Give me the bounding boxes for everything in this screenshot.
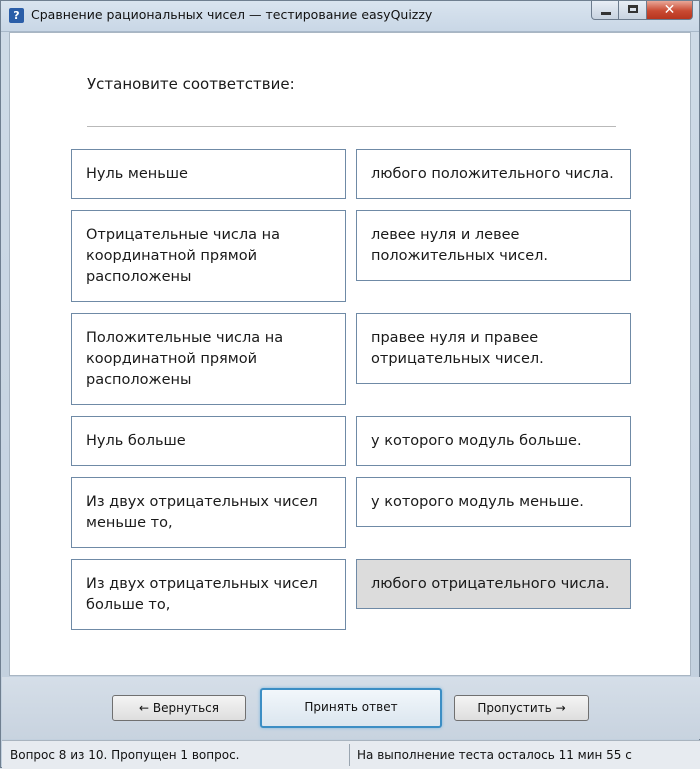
status-separator	[349, 744, 350, 766]
left-item[interactable]: Положительные числа на координатной прям…	[71, 313, 346, 405]
right-item[interactable]: правее нуля и правее отрицательных чисел…	[356, 313, 631, 384]
progress-status: Вопрос 8 из 10. Пропущен 1 вопрос.	[10, 748, 240, 762]
left-item[interactable]: Нуль меньше	[71, 149, 346, 199]
status-bar: Вопрос 8 из 10. Пропущен 1 вопрос. На вы…	[2, 740, 700, 769]
maximize-icon	[628, 5, 638, 13]
window-controls: ✕	[591, 1, 693, 21]
accept-answer-button[interactable]: Принять ответ	[260, 688, 442, 728]
button-bar: ← Вернуться Принять ответ Пропустить →	[2, 677, 700, 739]
left-item[interactable]: Отрицательные числа на координатной прям…	[71, 210, 346, 302]
left-item[interactable]: Нуль больше	[71, 416, 346, 466]
left-item[interactable]: Из двух отрицательных чисел больше то,	[71, 559, 346, 630]
time-remaining: На выполнение теста осталось 11 мин 55 с	[357, 748, 632, 762]
maximize-button[interactable]	[619, 1, 647, 20]
right-item[interactable]: у которого модуль больше.	[356, 416, 631, 466]
quiz-content: Установите соответствие: Нуль меньше Отр…	[9, 32, 691, 676]
back-button[interactable]: ← Вернуться	[112, 695, 246, 721]
right-item[interactable]: любого положительного числа.	[356, 149, 631, 199]
title-bar[interactable]: ? Сравнение рациональных чисел — тестиро…	[1, 1, 699, 32]
question-mark-icon[interactable]: ?	[9, 8, 24, 23]
close-icon: ✕	[663, 2, 676, 18]
skip-button[interactable]: Пропустить →	[454, 695, 589, 721]
right-item[interactable]: у которого модуль меньше.	[356, 477, 631, 527]
minimize-icon	[601, 12, 611, 15]
left-item[interactable]: Из двух отрицательных чисел меньше то,	[71, 477, 346, 548]
right-item-selected[interactable]: любого отрицательного числа.	[356, 559, 631, 609]
app-window: ? Сравнение рациональных чисел — тестиро…	[0, 0, 700, 769]
close-button[interactable]: ✕	[647, 1, 693, 20]
minimize-button[interactable]	[591, 1, 619, 20]
divider	[87, 126, 616, 127]
right-item[interactable]: левее нуля и левее положительных чисел.	[356, 210, 631, 281]
question-prompt: Установите соответствие:	[87, 75, 295, 93]
window-title: Сравнение рациональных чисел — тестирова…	[31, 7, 433, 22]
